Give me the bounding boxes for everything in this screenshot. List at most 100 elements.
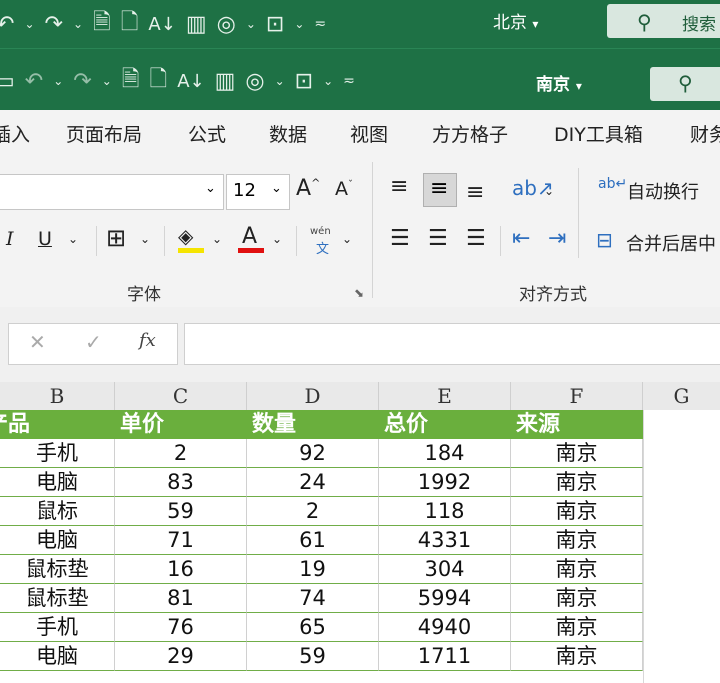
chevron-down-icon[interactable]: ⌄ [102, 74, 112, 88]
align-middle-button[interactable]: ≡ [423, 173, 457, 207]
select-text-icon[interactable]: ⊡ [295, 69, 313, 94]
cell-product[interactable]: 鼠标 [0, 497, 115, 526]
cell-unit-price[interactable]: 83 [115, 468, 247, 497]
cell-quantity[interactable]: 24 [247, 468, 379, 497]
cell-unit-price[interactable]: 59 [115, 497, 247, 526]
merge-center-button[interactable]: 合并后居中 [626, 230, 716, 256]
align-left-icon[interactable]: ☰ [390, 226, 410, 251]
print-preview-icon[interactable]: 🗎 [122, 62, 140, 100]
shapes-icon[interactable]: ◎ [245, 69, 264, 94]
font-color-icon[interactable]: A [242, 224, 257, 249]
chevron-down-icon[interactable]: ⌄ [24, 17, 34, 31]
save-icon[interactable]: ▭ [0, 69, 15, 94]
align-top-icon[interactable]: ≡ [390, 174, 408, 199]
font-name-select[interactable]: ⌄ [0, 174, 224, 210]
customize-icon[interactable]: ≂ [343, 73, 355, 89]
chevron-down-icon[interactable]: ⌄ [294, 17, 304, 31]
column-header-b[interactable]: B [0, 382, 115, 411]
formula-input[interactable] [184, 323, 720, 365]
increase-font-icon[interactable]: A^ [296, 176, 320, 201]
chevron-down-icon[interactable]: ⌄ [246, 17, 256, 31]
cell-total[interactable]: 1992 [379, 468, 511, 497]
customize-icon[interactable]: ≂ [314, 16, 326, 32]
chevron-down-icon[interactable]: ⌄ [323, 74, 333, 88]
phonetic-guide-icon[interactable]: wén [310, 226, 331, 237]
cell-unit-price[interactable]: 29 [115, 642, 247, 671]
cell-quantity[interactable]: 59 [247, 642, 379, 671]
column-header-g[interactable]: G [643, 382, 720, 411]
chevron-down-icon[interactable]: ⌄ [342, 232, 352, 246]
search-box[interactable]: ⚲ [650, 67, 720, 101]
cell-source[interactable]: 南京 [511, 613, 643, 642]
tab-diy-toolbox[interactable]: DIY工具箱 [554, 120, 643, 147]
wrap-text-button[interactable]: 自动换行 [627, 178, 699, 204]
new-file-icon[interactable]: 🗋 [150, 62, 168, 100]
cell-unit-price[interactable]: 2 [115, 439, 247, 468]
align-right-icon[interactable]: ☰ [466, 226, 486, 251]
cell-unit-price[interactable]: 16 [115, 555, 247, 584]
font-size-select[interactable]: 12 ⌄ [226, 174, 290, 210]
cell-source[interactable]: 南京 [511, 526, 643, 555]
cell-total[interactable]: 184 [379, 439, 511, 468]
cell-total[interactable]: 4331 [379, 526, 511, 555]
cell-quantity[interactable]: 2 [247, 497, 379, 526]
header-total[interactable]: 总价 [384, 410, 428, 439]
cell-product[interactable]: 鼠标垫 [0, 555, 115, 584]
cell-product[interactable]: 电脑 [0, 642, 115, 671]
undo-icon[interactable]: ↶ [0, 12, 14, 37]
chart-icon[interactable]: ▥ [186, 12, 207, 37]
decrease-indent-icon[interactable]: ⇤ [512, 226, 530, 251]
tab-page-layout[interactable]: 页面布局 [66, 120, 142, 147]
cell-source[interactable]: 南京 [511, 555, 643, 584]
tab-formulas[interactable]: 公式 [188, 120, 226, 147]
cell-source[interactable]: 南京 [511, 497, 643, 526]
dialog-launcher-icon[interactable]: ⬊ [354, 286, 364, 300]
undo-icon[interactable]: ↶ [25, 69, 43, 94]
shapes-icon[interactable]: ◎ [217, 12, 236, 37]
chevron-down-icon[interactable]: ⌄ [544, 184, 554, 198]
borders-icon[interactable]: ⊞ [106, 224, 126, 252]
tab-insert[interactable]: 插入 [0, 120, 30, 147]
column-header-e[interactable]: E [379, 382, 511, 411]
fill-color-icon[interactable]: ◈ [178, 224, 193, 248]
search-box-back[interactable]: ⚲ 搜索 [607, 4, 720, 38]
cell-total[interactable]: 304 [379, 555, 511, 584]
cell-total[interactable]: 118 [379, 497, 511, 526]
column-g-cells[interactable] [643, 410, 720, 683]
tab-fangfangezi[interactable]: 方方格子 [432, 120, 508, 147]
cell-quantity[interactable]: 65 [247, 613, 379, 642]
cell-quantity[interactable]: 19 [247, 555, 379, 584]
sort-icon[interactable]: A↓ [148, 14, 175, 35]
cell-product[interactable]: 鼠标垫 [0, 584, 115, 613]
cell-unit-price[interactable]: 81 [115, 584, 247, 613]
header-quantity[interactable]: 数量 [252, 410, 296, 439]
cell-unit-price[interactable]: 76 [115, 613, 247, 642]
chevron-down-icon[interactable]: ⌄ [140, 232, 150, 246]
cell-total[interactable]: 5994 [379, 584, 511, 613]
new-file-icon[interactable]: 🗋 [121, 5, 139, 43]
chevron-down-icon[interactable]: ⌄ [73, 17, 83, 31]
cell-source[interactable]: 南京 [511, 642, 643, 671]
italic-icon[interactable]: I [6, 228, 14, 250]
decrease-font-icon[interactable]: Aˇ [335, 178, 353, 200]
cell-total[interactable]: 4940 [379, 613, 511, 642]
chevron-down-icon[interactable]: ⌄ [275, 74, 285, 88]
cell-product[interactable]: 手机 [0, 439, 115, 468]
underline-icon[interactable]: U [38, 228, 52, 250]
column-header-d[interactable]: D [247, 382, 379, 411]
tab-view[interactable]: 视图 [350, 120, 388, 147]
cancel-icon[interactable]: ✕ [29, 330, 46, 354]
cell-product[interactable]: 手机 [0, 613, 115, 642]
chart-icon[interactable]: ▥ [215, 69, 236, 94]
redo-icon[interactable]: ↷ [73, 69, 91, 94]
location-label[interactable]: 南京 ▾ [536, 70, 582, 95]
chevron-down-icon[interactable]: ⌄ [68, 232, 78, 246]
chevron-down-icon[interactable]: ⌄ [272, 232, 282, 246]
cell-source[interactable]: 南京 [511, 468, 643, 497]
tab-finance[interactable]: 财务 [690, 120, 720, 147]
cell-source[interactable]: 南京 [511, 584, 643, 613]
tab-data[interactable]: 数据 [269, 120, 307, 147]
confirm-icon[interactable]: ✓ [85, 330, 102, 354]
sort-icon[interactable]: A↓ [177, 71, 204, 92]
chevron-down-icon[interactable]: ⌄ [212, 232, 222, 246]
